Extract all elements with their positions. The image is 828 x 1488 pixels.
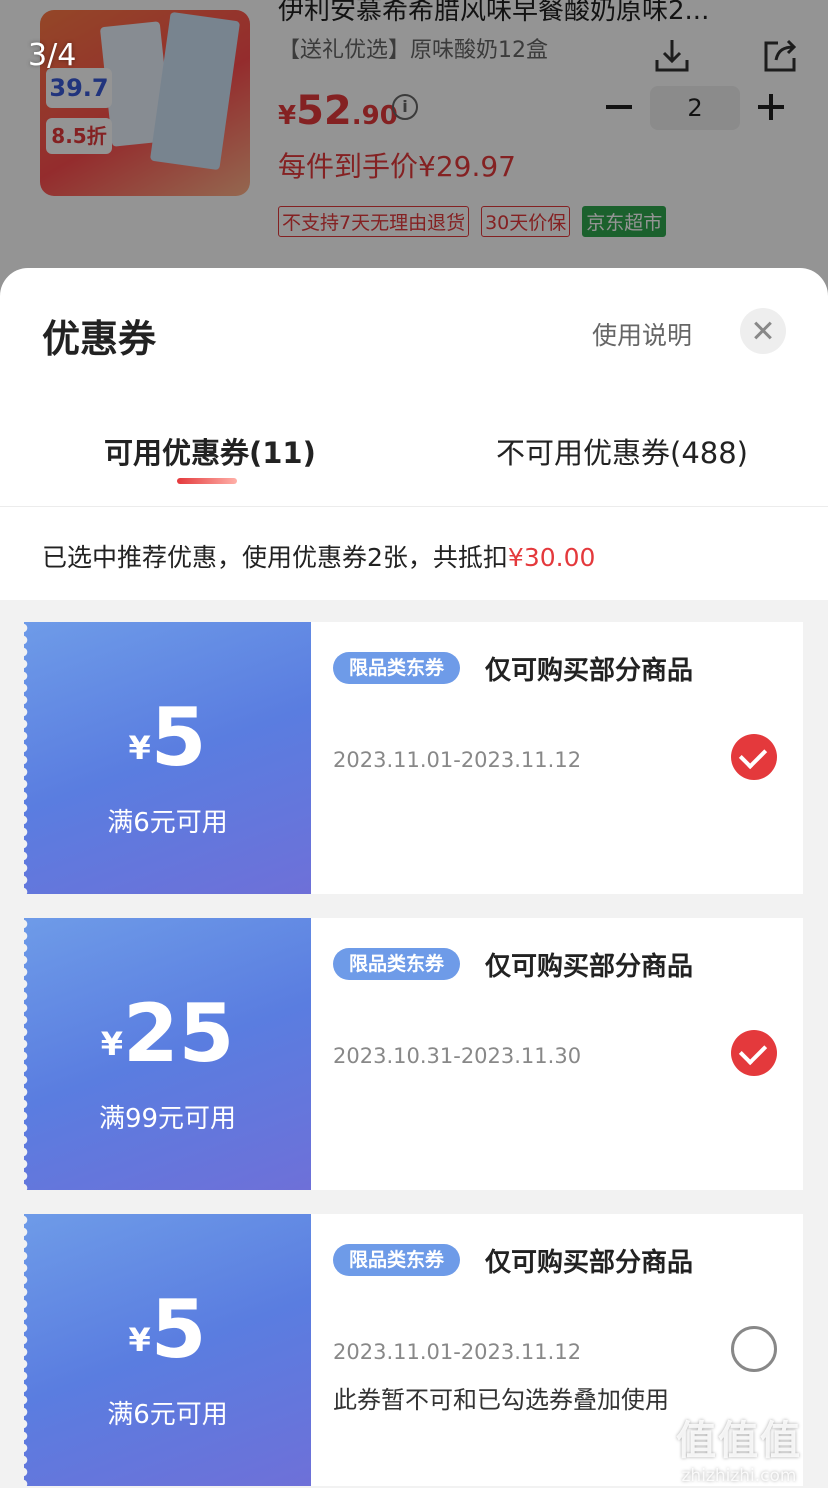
coupon-condition: 满6元可用 [107,808,228,838]
usage-instructions-link[interactable]: 使用说明 [592,316,692,352]
dim-overlay[interactable] [0,0,828,300]
selected-check-icon[interactable] [731,1030,777,1076]
coupon-sheet: 优惠券 使用说明 可用优惠券(11) 不可用优惠券(488) 已选中推荐优惠，使… [0,268,828,1488]
coupon-value-panel: ¥5 满6元可用 [23,1214,311,1486]
coupon-type-badge: 限品类东券 [333,652,461,684]
selected-check-icon[interactable] [731,734,777,780]
active-tab-indicator [177,478,237,484]
coupon-details: 限品类东券 仅可购买部分商品 2023.10.31-2023.11.30 [311,918,803,1190]
sheet-title: 优惠券 [42,317,157,361]
coupon-value-panel: ¥25 满99元可用 [23,918,311,1190]
coupon-card[interactable]: ¥5 满6元可用 限品类东券 仅可购买部分商品 2023.11.01-2023.… [23,622,803,894]
summary-text: 已选中推荐优惠，使用优惠券2张，共抵扣 [42,543,508,572]
tab-unavailable-coupons[interactable]: 不可用优惠券(488) [496,430,748,472]
coupon-type-badge: 限品类东券 [333,948,461,980]
coupon-type-badge: 限品类东券 [333,1244,461,1276]
coupon-name: 仅可购买部分商品 [485,1248,694,1278]
coupon-value-panel: ¥5 满6元可用 [23,622,311,894]
divider [0,506,828,507]
watermark-logo: 值值值 [676,1418,802,1464]
coupon-currency: ¥ [128,1321,151,1359]
coupon-list: ¥5 满6元可用 限品类东券 仅可购买部分商品 2023.11.01-2023.… [0,600,828,1488]
selection-summary: 已选中推荐优惠，使用优惠券2张，共抵扣¥30.00 [42,538,595,574]
tab-available-coupons[interactable]: 可用优惠券(11) [104,430,316,472]
close-button[interactable] [740,308,786,354]
image-page-counter: 3/4 [28,38,77,73]
coupon-amount: ¥5 [24,698,311,778]
summary-amount: ¥30.00 [507,543,596,572]
coupon-amount-value: 5 [150,1283,207,1376]
coupon-condition: 满6元可用 [107,1400,228,1430]
coupon-name: 仅可购买部分商品 [485,656,694,686]
coupon-validity: 2023.11.01-2023.11.12 [333,1340,582,1364]
coupon-currency: ¥ [128,729,151,767]
coupon-note: 此券暂不可和已勾选券叠加使用 [333,1386,669,1414]
coupon-card[interactable]: ¥25 满99元可用 限品类东券 仅可购买部分商品 2023.10.31-202… [23,918,803,1190]
coupon-name: 仅可购买部分商品 [485,952,694,982]
coupon-details: 限品类东券 仅可购买部分商品 2023.11.01-2023.11.12 [311,622,803,894]
coupon-validity: 2023.11.01-2023.11.12 [333,748,582,772]
unselected-radio-icon[interactable] [731,1326,777,1372]
watermark-url: zhizhizhi.com [681,1466,797,1486]
watermark: 值值值 zhizhizhi.com [676,1408,802,1486]
coupon-amount: ¥25 [24,994,311,1074]
coupon-amount-value: 25 [122,987,235,1080]
coupon-validity: 2023.10.31-2023.11.30 [333,1044,582,1068]
coupon-amount-value: 5 [150,691,207,784]
coupon-page: 39.7 8.5折 伊利安慕希希腊风味早餐酸奶原味2... 【送礼优选】原味酸奶… [0,0,828,1488]
coupon-condition: 满99元可用 [98,1104,237,1134]
coupon-currency: ¥ [100,1025,123,1063]
coupon-amount: ¥5 [24,1290,311,1370]
